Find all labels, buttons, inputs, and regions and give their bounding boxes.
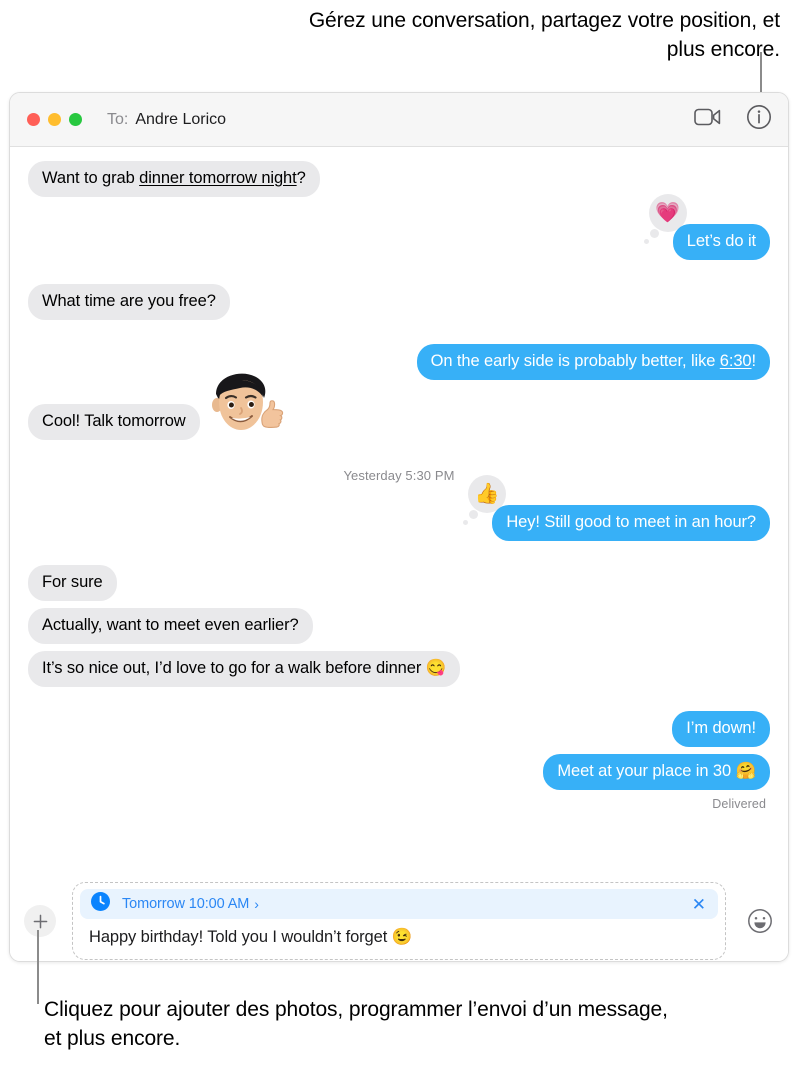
message-bubble-outgoing[interactable]: I’m down! <box>672 711 770 747</box>
compose-text-value[interactable]: Happy birthday! Told you I wouldn’t forg… <box>80 919 718 952</box>
message-compose-field[interactable]: Tomorrow 10:00 AM › ✕ Happy birthday! To… <box>72 882 726 960</box>
info-icon[interactable] <box>746 104 772 135</box>
messages-window: To: Andre Lorico Want to grab dinner tom… <box>9 92 789 962</box>
message-row: It’s so nice out, I’d love to go for a w… <box>20 651 770 687</box>
delivery-status: Delivered <box>712 797 766 811</box>
message-text-part: ! <box>751 352 757 370</box>
message-bubble-outgoing[interactable]: Meet at your place in 30 🤗 <box>543 754 777 790</box>
message-text-link[interactable]: dinner tomorrow night <box>139 169 297 187</box>
message-bubble-incoming[interactable]: Cool! Talk tomorrow <box>21 404 200 440</box>
zoom-window-button[interactable] <box>69 113 82 126</box>
message-text-part: ? <box>296 169 306 187</box>
clock-icon <box>91 892 110 916</box>
traffic-lights <box>27 113 82 126</box>
minimize-window-button[interactable] <box>48 113 61 126</box>
to-label: To: <box>107 110 129 128</box>
conversation-thread[interactable]: Want to grab dinner tomorrow night? 💗 Le… <box>10 147 788 882</box>
facetime-video-icon[interactable] <box>694 107 722 132</box>
message-row: Meet at your place in 30 🤗 <box>28 754 777 790</box>
message-bubble-incoming[interactable]: For sure <box>28 565 117 601</box>
compose-bar: Tomorrow 10:00 AM › ✕ Happy birthday! To… <box>10 881 788 961</box>
callout-bottom-text: Cliquez pour ajouter des photos, program… <box>44 998 668 1050</box>
close-icon[interactable]: ✕ <box>692 896 706 913</box>
callout-top-text: Gérez une conversation, partagez votre p… <box>308 9 780 61</box>
message-text-part: On the early side is probably better, li… <box>430 352 720 370</box>
callout-bottom-leader-line <box>37 930 39 1004</box>
titlebar-actions <box>694 104 772 135</box>
thread-timestamp: Yesterday 5:30 PM <box>343 468 455 483</box>
thread-spacer <box>28 327 770 344</box>
message-bubble-incoming[interactable]: Actually, want to meet even earlier? <box>28 608 313 644</box>
chevron-right-icon[interactable]: › <box>254 896 259 912</box>
message-bubble-incoming[interactable]: It’s so nice out, I’d love to go for a w… <box>20 651 461 687</box>
message-row: I’m down! <box>28 711 770 747</box>
message-bubble-outgoing[interactable]: On the early side is probably better, li… <box>416 344 778 380</box>
close-window-button[interactable] <box>27 113 40 126</box>
message-row: 💗 Let’s do it <box>28 194 778 260</box>
scheduled-send-banner[interactable]: Tomorrow 10:00 AM › ✕ <box>80 889 718 919</box>
add-attachment-button[interactable] <box>24 905 56 937</box>
scheduled-send-time: Tomorrow 10:00 AM <box>122 896 250 912</box>
thread-spacer <box>28 548 770 565</box>
thread-spacer <box>28 267 770 284</box>
message-row: What time are you free? <box>21 284 770 320</box>
window-titlebar: To: Andre Lorico <box>10 93 788 147</box>
thread-spacer <box>28 694 770 711</box>
message-bubble-incoming[interactable]: What time are you free? <box>21 284 230 320</box>
message-text-link[interactable]: 6:30 <box>720 352 752 370</box>
emoji-picker-button[interactable] <box>746 907 774 935</box>
message-row: 👍 Hey! Still good to meet in an hour? <box>28 475 777 541</box>
recipient-field[interactable]: To: Andre Lorico <box>107 111 226 129</box>
message-row: Want to grab dinner tomorrow night? <box>21 161 770 197</box>
message-row: On the early side is probably better, li… <box>28 344 778 380</box>
message-bubble-incoming[interactable]: Want to grab dinner tomorrow night? <box>21 161 320 197</box>
message-bubble-outgoing[interactable]: Let’s do it <box>672 224 778 260</box>
message-row: Actually, want to meet even earlier? <box>28 608 770 644</box>
message-text-part: Want to grab <box>42 169 140 187</box>
recipient-name: Andre Lorico <box>135 110 227 128</box>
message-bubble-outgoing[interactable]: Hey! Still good to meet in an hour? <box>492 505 777 541</box>
message-row: Cool! Talk tomorrow <box>21 373 770 440</box>
emoji-smiley-icon <box>748 909 772 933</box>
thread-spacer <box>28 387 770 404</box>
plus-icon <box>33 914 47 928</box>
message-row: For sure <box>28 565 770 601</box>
